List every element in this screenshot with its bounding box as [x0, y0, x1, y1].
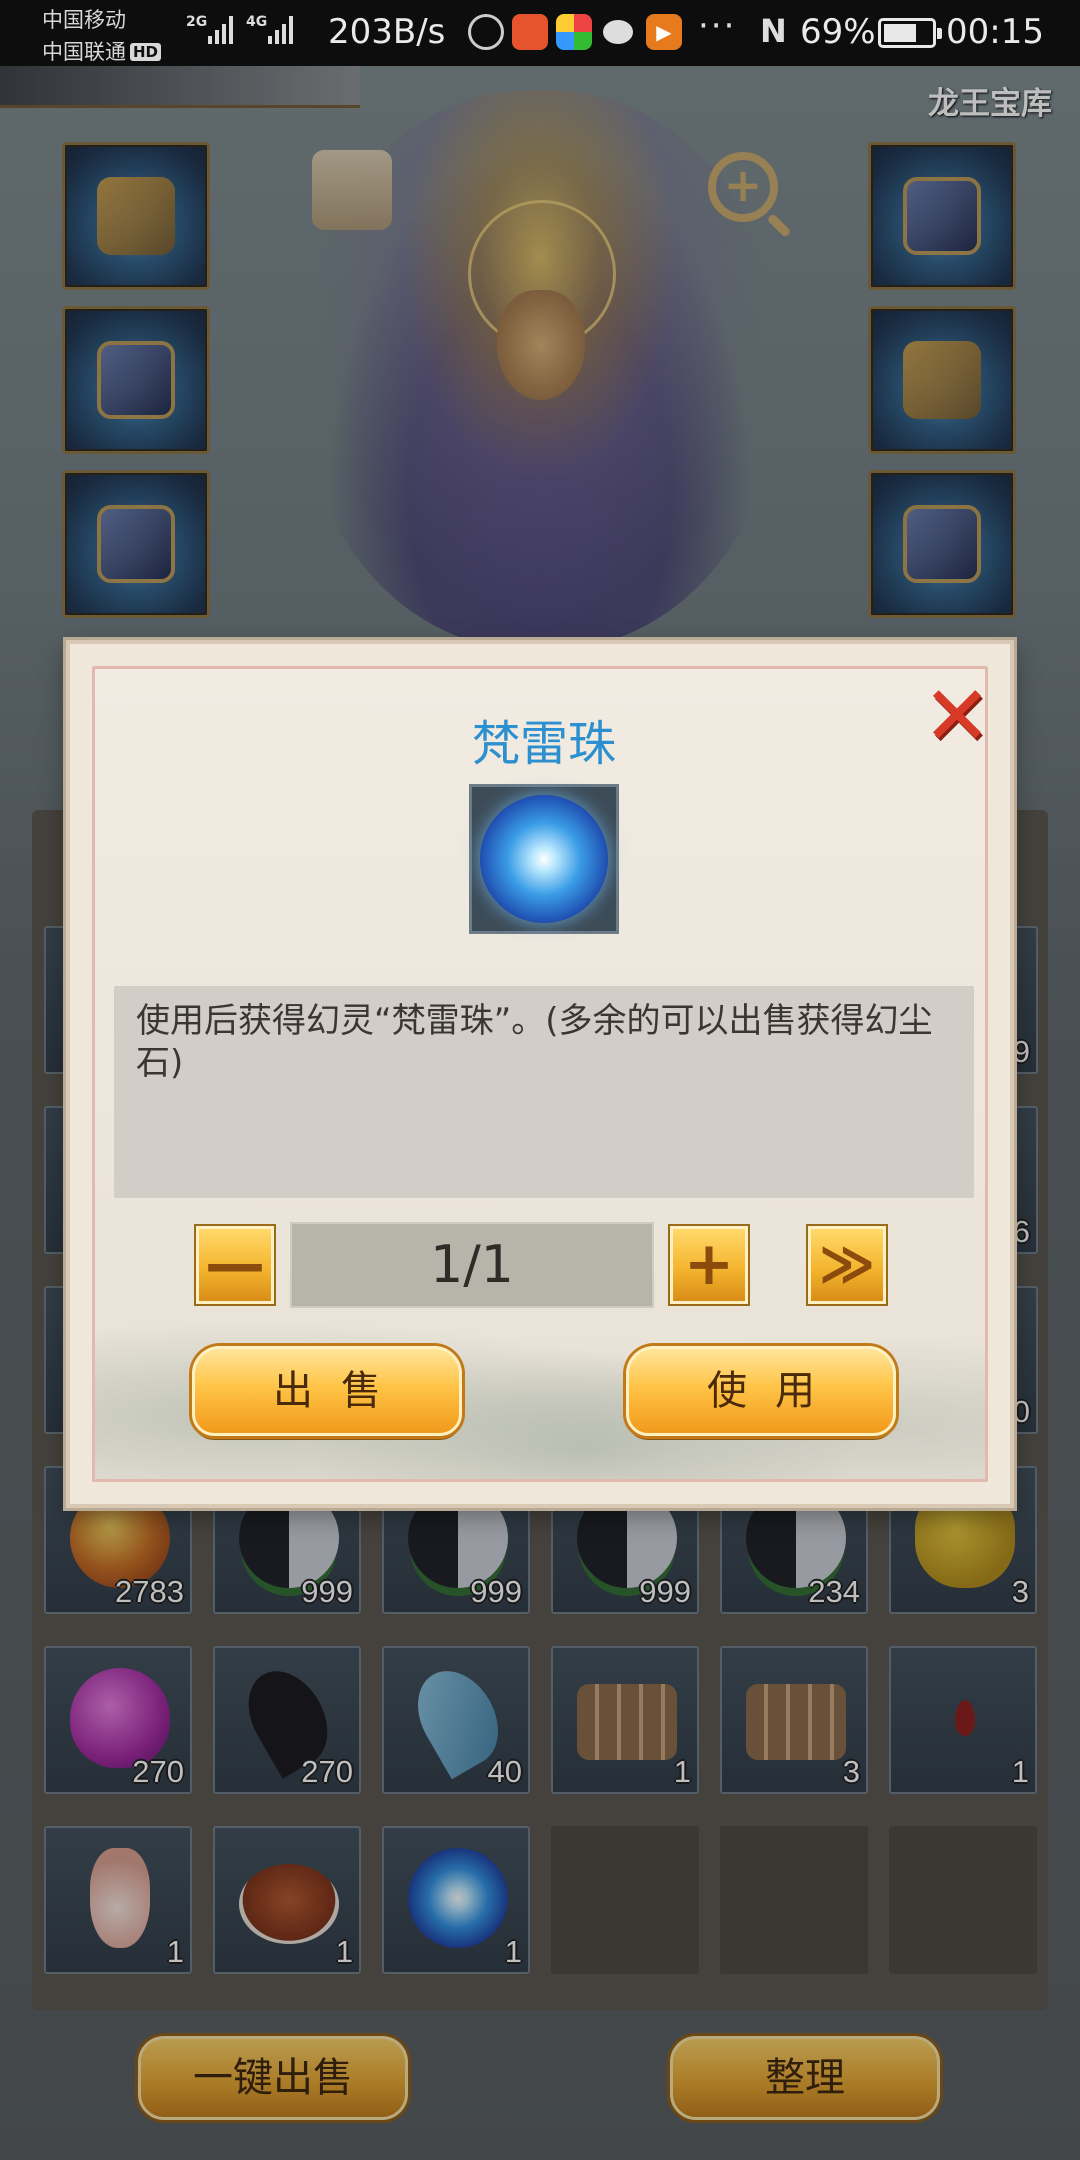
signal-bars-1-icon: [208, 16, 233, 44]
dialog-title: 梵雷珠: [471, 716, 616, 772]
item-count: 1: [335, 1934, 353, 1969]
inventory-slot[interactable]: 270: [44, 1646, 192, 1794]
helmet-icon: [97, 341, 175, 419]
carrier-secondary-name: 中国联通: [42, 40, 126, 64]
battery-fill: [884, 24, 916, 42]
item-preview: [469, 784, 619, 934]
equip-slot-bracer[interactable]: [868, 470, 1016, 618]
logs-icon: [577, 1684, 677, 1760]
sell-button[interactable]: 出售: [192, 1346, 462, 1436]
armor-icon: [97, 505, 175, 583]
item-count: 270: [132, 1754, 184, 1789]
item-detail-dialog: 梵雷珠 ✕ 使用后获得幻灵“梵雷珠”。(多余的可以出售获得幻尘石) — 1/1 …: [66, 640, 1014, 1508]
item-count: 999: [301, 1574, 353, 1609]
network-speed: 203B/s: [328, 12, 446, 52]
roast-duck-icon: [239, 1864, 339, 1944]
inventory-slot[interactable]: 1: [382, 1826, 530, 1974]
item-count: 0: [1012, 1394, 1030, 1429]
item-count: 270: [301, 1754, 353, 1789]
inventory-slot[interactable]: 40: [382, 1646, 530, 1794]
item-description: 使用后获得幻灵“梵雷珠”。(多余的可以出售获得幻尘石): [114, 986, 974, 1198]
item-count: 234: [808, 1574, 860, 1609]
clock: 00:15: [946, 12, 1044, 52]
zoom-icon[interactable]: +: [708, 152, 778, 222]
decrease-quantity-button[interactable]: —: [196, 1226, 274, 1304]
dragon-amulet-icon: [903, 341, 981, 419]
item-count: 999: [639, 1574, 691, 1609]
video-app-icon: ▶: [646, 14, 682, 50]
inventory-slot[interactable]: 1: [551, 1646, 699, 1794]
carrier-secondary: 中国联通 HD: [42, 36, 162, 66]
thunder-orb-icon: [408, 1848, 508, 1948]
item-count: 3: [842, 1754, 860, 1789]
potion-bottle-icon: [90, 1848, 150, 1948]
wardrobe-icon[interactable]: [312, 150, 392, 230]
item-count: 999: [470, 1574, 522, 1609]
logs-icon: [746, 1684, 846, 1760]
equip-slot-amulet[interactable]: [868, 306, 1016, 454]
sell-all-button[interactable]: 一键出售: [138, 2036, 408, 2120]
character-face: [497, 290, 585, 400]
item-count: 40: [487, 1754, 522, 1789]
use-button[interactable]: 使用: [626, 1346, 896, 1436]
item-count: 2783: [115, 1574, 184, 1609]
ring-icon: [903, 177, 981, 255]
item-count: 1: [504, 1934, 522, 1969]
inventory-slot-empty[interactable]: [889, 1826, 1037, 1974]
nfc-icon: N: [760, 12, 787, 50]
inventory-slot[interactable]: 3: [720, 1646, 868, 1794]
weapon-icon: [97, 177, 175, 255]
title-banner: [0, 66, 360, 108]
colorful-app-icon: [556, 14, 592, 50]
carrier-primary: 中国移动: [42, 8, 126, 32]
item-count: 6: [1012, 1214, 1030, 1249]
signal-type-2g: 2G: [186, 14, 208, 30]
close-icon[interactable]: ✕: [922, 676, 992, 758]
hd-badge: HD: [130, 43, 162, 61]
signal-type-4g: 4G: [246, 14, 268, 30]
signal-bars-2-icon: [268, 16, 293, 44]
battery-icon: [878, 18, 942, 48]
more-notifications-icon: ···: [698, 6, 737, 46]
status-bar: 中国移动 中国联通 HD 2G 4G 203B/s ▶ ··· N 69% 00:…: [0, 0, 1080, 66]
item-count: 1: [1011, 1754, 1029, 1789]
item-count: 9: [1012, 1034, 1030, 1069]
max-quantity-button[interactable]: ≫: [808, 1226, 886, 1304]
dragon-king-vault-label[interactable]: 龙王宝库: [928, 78, 1052, 123]
browser-icon: [468, 14, 504, 50]
equip-slot-helmet[interactable]: [62, 306, 210, 454]
inventory-slot-empty[interactable]: [720, 1826, 868, 1974]
inventory-slot[interactable]: 1: [213, 1826, 361, 1974]
increase-quantity-button[interactable]: +: [670, 1226, 748, 1304]
equip-slot-armor[interactable]: [62, 470, 210, 618]
inventory-slot[interactable]: 1: [44, 1826, 192, 1974]
item-count: 3: [1011, 1574, 1029, 1609]
purple-egg-icon: [70, 1668, 170, 1768]
bracer-icon: [903, 505, 981, 583]
thunder-orb-icon: [480, 795, 608, 923]
inventory-slot[interactable]: 1: [889, 1646, 1037, 1794]
equip-slot-weapon[interactable]: [62, 142, 210, 290]
quantity-field[interactable]: 1/1: [290, 1222, 654, 1308]
inventory-slot[interactable]: 270: [213, 1646, 361, 1794]
battery-percent: 69%: [800, 12, 876, 52]
item-count: 1: [673, 1754, 691, 1789]
item-count: 1: [166, 1934, 184, 1969]
inventory-slot-empty[interactable]: [551, 1826, 699, 1974]
equip-slot-ring[interactable]: [868, 142, 1016, 290]
blood-drop-icon: [955, 1700, 975, 1736]
app-icon: [512, 14, 548, 50]
sort-button[interactable]: 整理: [670, 2036, 940, 2120]
wechat-icon: [600, 14, 636, 50]
